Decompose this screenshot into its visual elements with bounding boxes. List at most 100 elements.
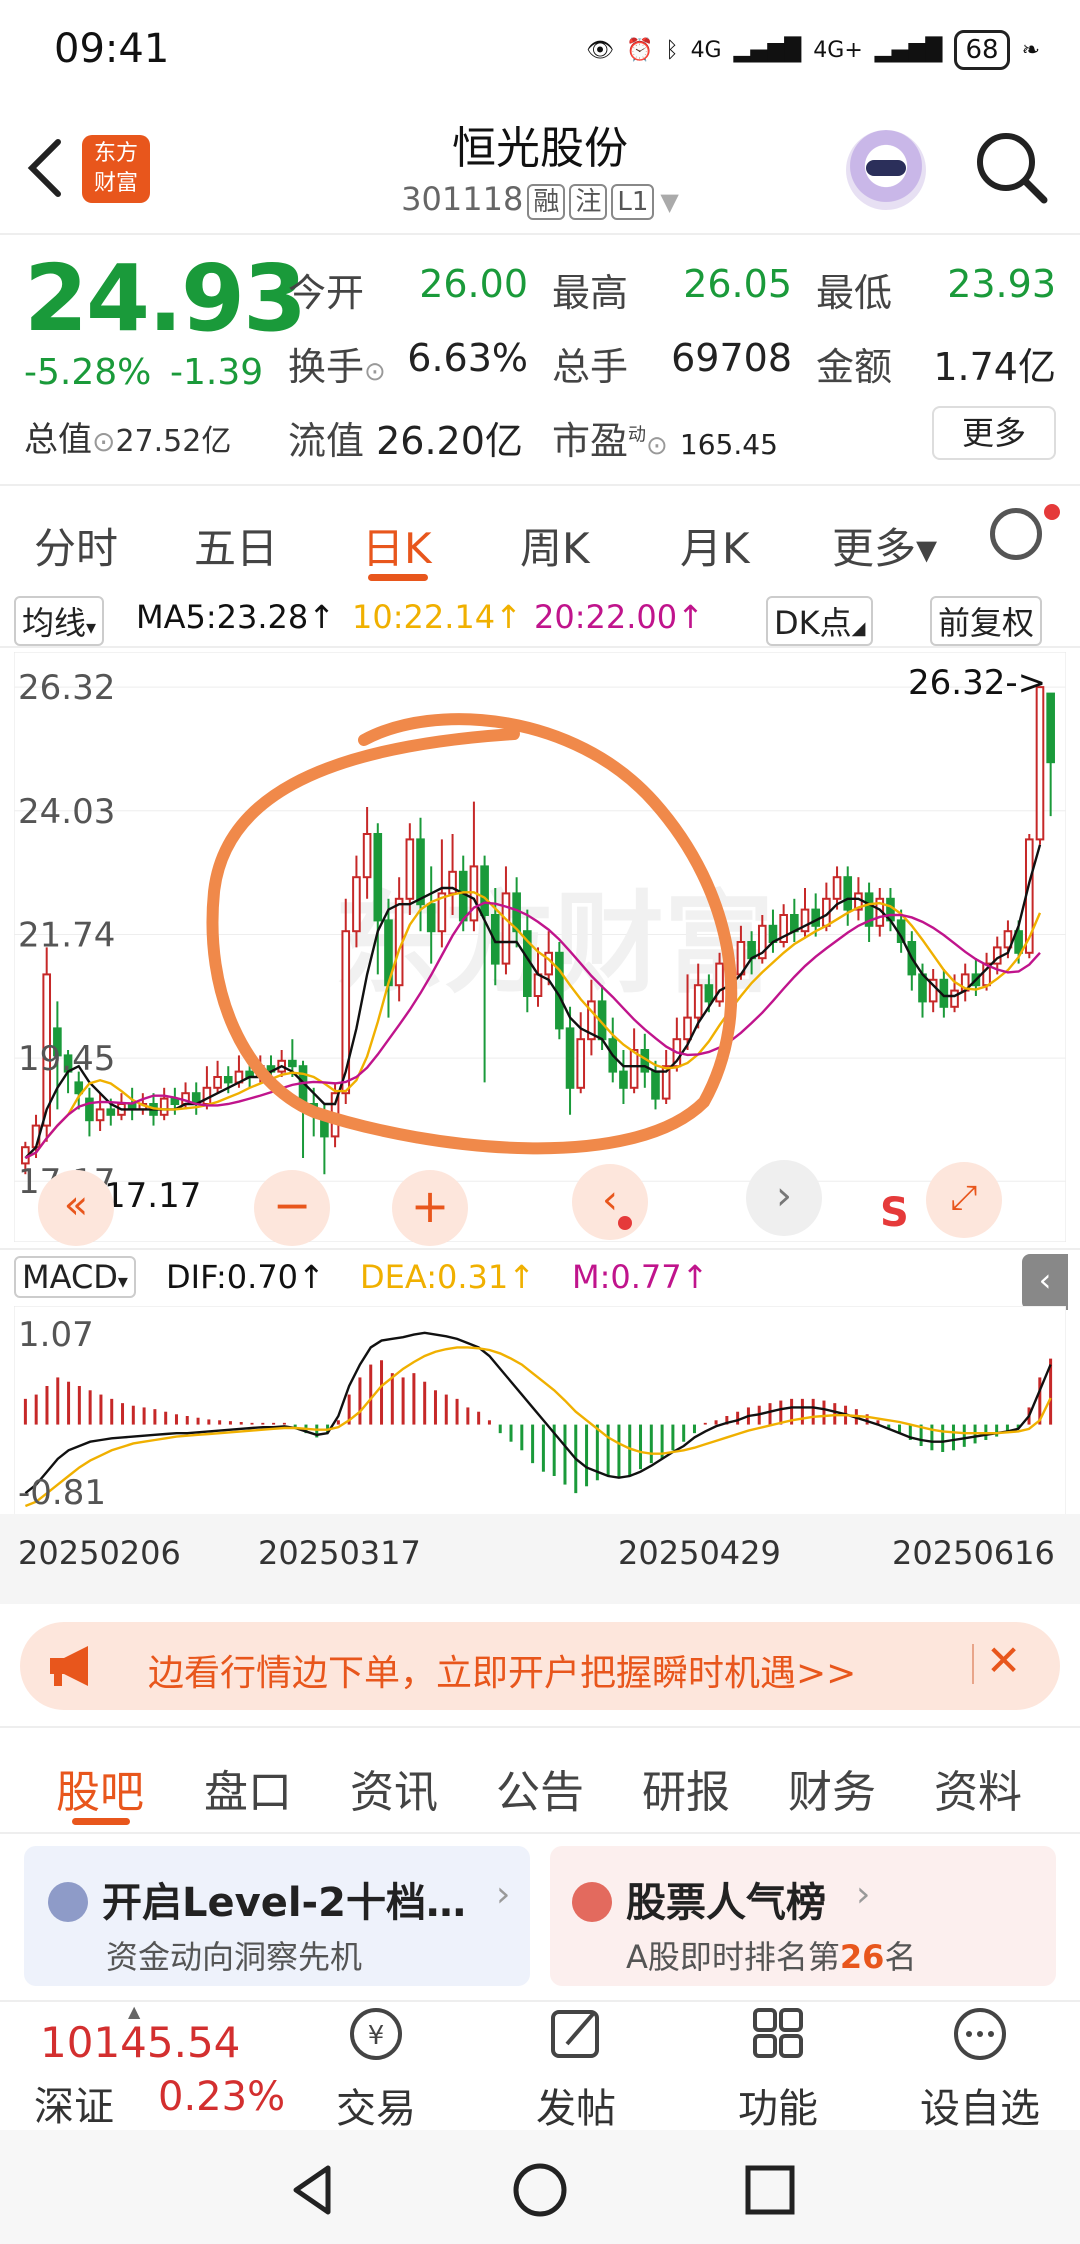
- candle-body: [426, 903, 436, 933]
- trade-button[interactable]: ¥ 交易: [306, 2004, 446, 2134]
- tab-daily-k[interactable]: 日K: [362, 515, 432, 576]
- ma-selector[interactable]: 均线▾: [14, 596, 105, 646]
- tab-announcements[interactable]: 公告: [496, 1756, 584, 1820]
- assistant-avatar[interactable]: [846, 130, 926, 210]
- index-name[interactable]: 深证: [34, 2074, 114, 2132]
- chevron-right-icon: ›: [496, 1874, 511, 1915]
- stock-code: 301118: [401, 180, 524, 218]
- candle-body: [811, 908, 821, 927]
- close-icon[interactable]: ✕: [986, 1636, 1021, 1685]
- adjust-button[interactable]: 前复权: [930, 596, 1043, 646]
- card-title: 开启Level-2十档…: [102, 1880, 466, 1926]
- registration-tag: 注: [569, 184, 608, 220]
- y-axis-label: 19.45: [18, 1039, 115, 1079]
- dk-button[interactable]: DK点◢: [766, 596, 874, 646]
- gear-icon[interactable]: [990, 508, 1042, 560]
- nav-recents-icon[interactable]: [740, 2160, 800, 2220]
- candle-body: [683, 1016, 692, 1041]
- nav-back-icon[interactable]: [282, 2160, 342, 2220]
- volume-value: 69708: [671, 336, 792, 380]
- card-subtitle: 资金动向洞察先机: [106, 1938, 363, 1976]
- megaphone-icon: [50, 1646, 88, 1686]
- change-percent: -5.28%: [24, 352, 152, 393]
- collapse-panel-icon[interactable]: ‹: [1022, 1254, 1068, 1310]
- info-icon[interactable]: ⊙: [364, 357, 386, 387]
- macd-min-label: -0.81: [18, 1473, 106, 1513]
- scroll-left-button[interactable]: ‹: [572, 1164, 648, 1240]
- level2-card[interactable]: 开启Level-2十档… › 资金动向洞察先机: [24, 1846, 530, 1986]
- candle-body: [544, 951, 553, 976]
- more-button[interactable]: 更多: [932, 406, 1056, 460]
- macd-legend: MACD▾ DIF:0.70↑ DEA:0.31↑ M:0.77↑ ‹: [0, 1248, 1080, 1310]
- info-icon[interactable]: ⊙: [646, 431, 668, 461]
- candle-body: [223, 1076, 233, 1084]
- signal-bars-icon: ▂▄▆█: [874, 37, 943, 63]
- s-marker[interactable]: S: [880, 1190, 909, 1236]
- candle-body: [480, 865, 489, 916]
- tab-forum[interactable]: 股吧: [56, 1756, 144, 1820]
- candle-body: [106, 1108, 116, 1116]
- zoom-out-button[interactable]: −: [254, 1170, 330, 1246]
- tab-five-day[interactable]: 五日: [194, 515, 278, 576]
- ranking-icon: [572, 1882, 612, 1922]
- info-icon[interactable]: ⊙: [92, 425, 115, 458]
- fullscreen-icon[interactable]: ⤢: [926, 1162, 1002, 1238]
- y-axis-label: 26.32: [18, 668, 115, 708]
- tab-monthly-k[interactable]: 月K: [680, 515, 750, 576]
- low-label: 最低: [816, 271, 893, 315]
- notification-dot: [1044, 504, 1060, 520]
- y-axis-label: 24.03: [18, 792, 115, 832]
- date-label: 20250429: [618, 1534, 781, 1572]
- scroll-right-button[interactable]: ›: [746, 1160, 822, 1236]
- macd-chart[interactable]: 1.07 -0.81: [14, 1306, 1066, 1516]
- change-amount: -1.39: [170, 352, 264, 393]
- indicator-selector[interactable]: MACD▾: [14, 1256, 136, 1298]
- candle-body: [373, 833, 383, 922]
- tab-intraday[interactable]: 分时: [34, 515, 118, 576]
- zoom-in-button[interactable]: +: [392, 1170, 468, 1246]
- index-change[interactable]: 0.23%: [158, 2074, 285, 2120]
- open-label: 今开: [288, 271, 365, 315]
- banner-text: 边看行情边下单，立即开户把握瞬时机遇>>: [148, 1653, 857, 1694]
- amount-value: 1.74亿: [933, 345, 1056, 389]
- tab-more[interactable]: 更多▾: [832, 515, 937, 576]
- candle-body: [565, 1027, 575, 1089]
- candle-body: [533, 973, 543, 997]
- candle-body: [288, 1059, 297, 1068]
- tab-profile[interactable]: 资料: [934, 1756, 1022, 1820]
- tab-news[interactable]: 资讯: [350, 1756, 438, 1820]
- signal-4g-icon: 4G: [690, 37, 722, 63]
- y-axis-label: 21.74: [18, 915, 115, 955]
- macd-frame: [14, 1306, 1066, 1516]
- tab-order-book[interactable]: 盘口: [204, 1756, 292, 1820]
- divider: [972, 1644, 974, 1684]
- candle-body: [74, 1081, 84, 1095]
- chevron-right-icon: ›: [856, 1874, 871, 1915]
- tab-weekly-k[interactable]: 周K: [520, 515, 590, 576]
- index-value[interactable]: 10145.54: [40, 2018, 240, 2067]
- ma10-value: 10:22.14↑: [352, 598, 522, 636]
- card-title: 股票人气榜: [626, 1880, 826, 1926]
- candle-body: [1046, 692, 1055, 764]
- candlestick-chart[interactable]: 东方财富26.3224.0321.7419.4517.1726.32->17.1…: [14, 652, 1066, 1242]
- level2-icon: [48, 1882, 88, 1922]
- amount-label: 金额: [816, 345, 893, 389]
- add-watchlist-button[interactable]: 设自选: [910, 2004, 1050, 2134]
- tab-financials[interactable]: 财务: [788, 1756, 876, 1820]
- nav-home-icon[interactable]: [510, 2160, 570, 2220]
- turnover-label: 换手⊙: [288, 345, 386, 389]
- candle-body: [651, 1070, 660, 1100]
- popularity-card[interactable]: 股票人气榜 › A股即时排名第26名: [550, 1846, 1056, 1986]
- post-button[interactable]: 发帖: [506, 2004, 646, 2134]
- functions-button[interactable]: 功能: [708, 2004, 848, 2134]
- float-cap: 流值 26.20亿: [288, 419, 523, 463]
- candle-body: [832, 876, 842, 900]
- pe-ratio: 市盈动⊙ 165.45: [552, 419, 778, 463]
- tab-research[interactable]: 研报: [642, 1756, 730, 1820]
- rewind-button[interactable]: «: [38, 1170, 114, 1246]
- macd-max-label: 1.07: [18, 1315, 94, 1355]
- search-icon[interactable]: [974, 130, 1050, 206]
- volume-label: 总手: [552, 345, 629, 389]
- low-value: 23.93: [947, 262, 1056, 306]
- date-axis: 20250206 20250317 20250429 20250616: [0, 1514, 1080, 1604]
